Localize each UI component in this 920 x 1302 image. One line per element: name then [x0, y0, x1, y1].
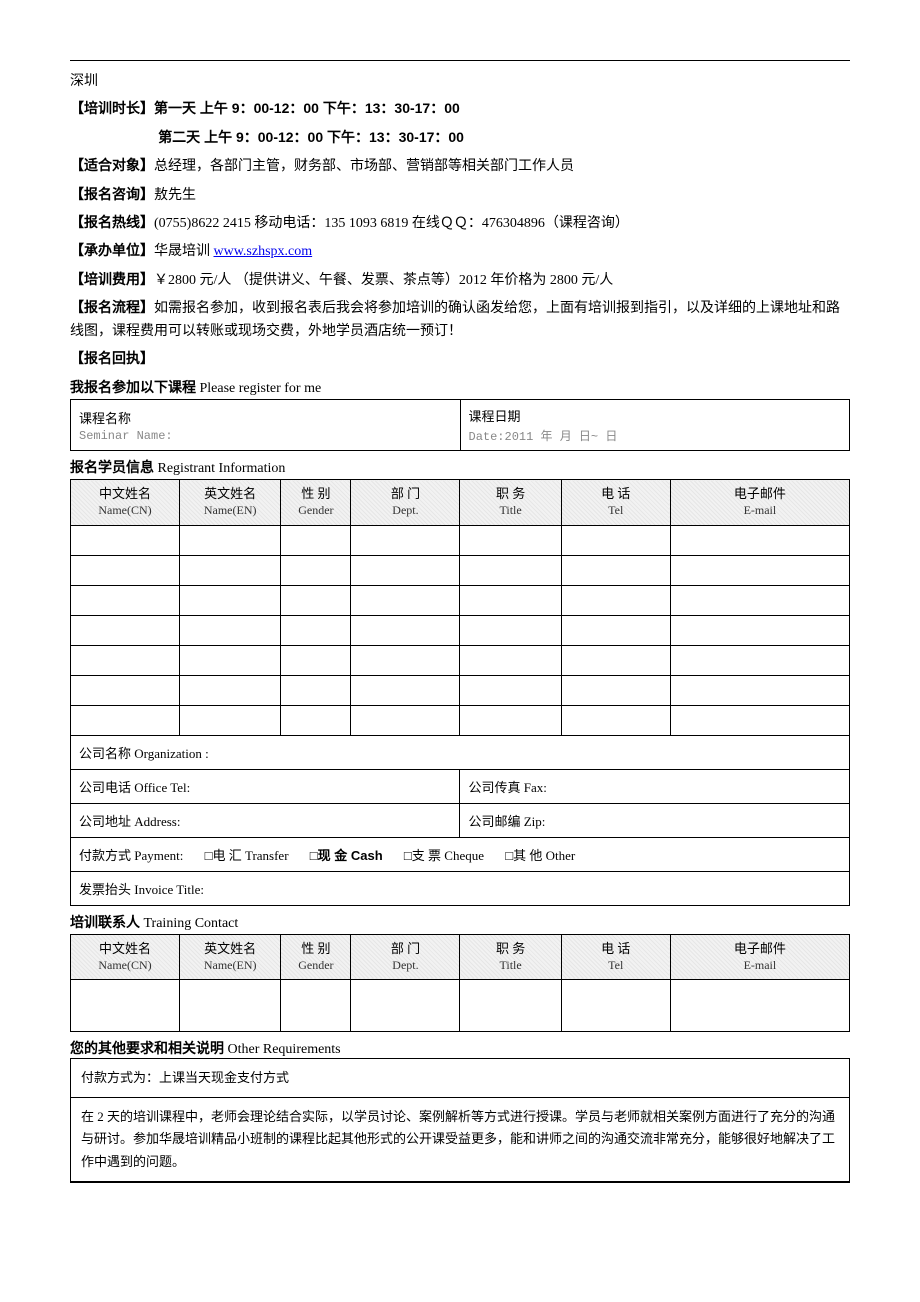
col-email-sub: E-mail [679, 503, 841, 519]
col-gender-sub: Gender [289, 503, 342, 519]
col-tel: 电 话 [601, 486, 630, 501]
organizer-label: 【承办单位】 [70, 242, 154, 258]
seminar-name-label: 课程名称 [79, 411, 131, 426]
fee-label: 【培训费用】 [70, 271, 154, 287]
fee-text: ￥2800 元/人 （提供讲义、午餐、发票、茶点等）2012 年价格为 2800… [154, 273, 613, 288]
location-text: 深圳 [70, 71, 850, 93]
contact-title-cn: 培训联系人 [70, 914, 140, 930]
ccol-tel-sub: Tel [570, 958, 662, 974]
contact-table: 中文姓名 Name(CN) 英文姓名 Name(EN) 性 别 Gender 部 门 D… [70, 934, 850, 1032]
registrant-row[interactable] [71, 675, 850, 705]
ccol-gender-sub: Gender [289, 958, 342, 974]
ccol-name-cn-sub: Name(CN) [79, 958, 171, 974]
duration-day2: 第二天 上午 9：00-12：00 下午：13：30-17：00 [158, 129, 464, 145]
ccol-email-sub: E-mail [679, 958, 841, 974]
col-title: 职 务 [496, 486, 525, 501]
pay-cheque[interactable]: □支 票 Cheque [404, 845, 484, 864]
contact-row[interactable] [71, 980, 850, 1032]
registrant-row[interactable] [71, 525, 850, 555]
col-dept: 部 门 [391, 486, 420, 501]
duration-label: 【培训时长】 [70, 100, 154, 116]
payment-row[interactable]: 付款方式 Payment: □电 汇 Transfer □现 金 Cash □支… [71, 837, 850, 871]
register-title-en: Please register for me [196, 381, 321, 396]
pay-transfer[interactable]: □电 汇 Transfer [205, 845, 289, 864]
payment-label: 付款方式 Payment: [79, 848, 183, 863]
registrant-row[interactable] [71, 585, 850, 615]
ccol-gender: 性 别 [301, 941, 330, 956]
col-email: 电子邮件 [734, 486, 786, 501]
ccol-name-en: 英文姓名 [204, 941, 256, 956]
ccol-name-cn: 中文姓名 [99, 941, 151, 956]
register-title-cn: 我报名参加以下课程 [70, 379, 196, 395]
col-title-sub: Title [468, 503, 552, 519]
col-tel-sub: Tel [570, 503, 662, 519]
seminar-table: 课程名称 Seminar Name: 课程日期 Date:2011 年 月 日~… [70, 399, 850, 451]
registrant-row[interactable] [71, 645, 850, 675]
contact-title-en: Training Contact [140, 916, 238, 931]
seminar-name-sub: Seminar Name: [79, 429, 452, 443]
ccol-title: 职 务 [496, 941, 525, 956]
registrant-title-cn: 报名学员信息 [70, 459, 154, 475]
registrant-row[interactable] [71, 615, 850, 645]
col-name-cn: 中文姓名 [99, 486, 151, 501]
receipt-label: 【报名回执】 [70, 350, 154, 366]
registrant-title-en: Registrant Information [154, 461, 285, 476]
registrant-row[interactable] [71, 555, 850, 585]
col-dept-sub: Dept. [359, 503, 451, 519]
hotline-label: 【报名热线】 [70, 214, 154, 230]
process-text: 如需报名参加，收到报名表后我会将参加培训的确认函发给您，上面有培训报到指引，以及… [70, 301, 840, 338]
ccol-tel: 电 话 [601, 941, 630, 956]
course-description: 在 2 天的培训课程中，老师会理论结合实际，以学员讨论、案例解析等方式进行授课。… [70, 1098, 850, 1182]
ccol-title-sub: Title [468, 958, 552, 974]
other-req-title-cn: 您的其他要求和相关说明 [70, 1040, 224, 1056]
ccol-dept-sub: Dept. [359, 958, 451, 974]
company-tel[interactable]: 公司电话 Office Tel: [71, 769, 460, 803]
process-label: 【报名流程】 [70, 299, 154, 315]
organizer-text: 华晟培训 [154, 244, 214, 259]
other-req-title-en: Other Requirements [224, 1042, 341, 1057]
seminar-date-label: 课程日期 [469, 409, 521, 424]
consult-text: 敖先生 [154, 188, 196, 203]
ccol-name-en-sub: Name(EN) [188, 958, 272, 974]
seminar-date-sub: Date:2011 年 月 日~ 日 [469, 427, 842, 444]
organizer-link[interactable]: www.szhspx.com [214, 244, 313, 259]
payment-note: 付款方式为：上课当天现金支付方式 [70, 1058, 850, 1098]
audience-text: 总经理，各部门主管，财务部、市场部、营销部等相关部门工作人员 [154, 159, 574, 174]
registrant-table: 中文姓名 Name(CN) 英文姓名 Name(EN) 性 别 Gender 部 门 D… [70, 479, 850, 905]
col-name-en-sub: Name(EN) [188, 503, 272, 519]
registrant-row[interactable] [71, 705, 850, 735]
company-fax[interactable]: 公司传真 Fax: [460, 769, 850, 803]
company-addr[interactable]: 公司地址 Address: [71, 803, 460, 837]
pay-cash[interactable]: □现 金 Cash [310, 845, 383, 864]
company-zip[interactable]: 公司邮编 Zip: [460, 803, 850, 837]
ccol-email: 电子邮件 [734, 941, 786, 956]
col-gender: 性 别 [301, 486, 330, 501]
consult-label: 【报名咨询】 [70, 186, 154, 202]
company-org[interactable]: 公司名称 Organization : [71, 735, 850, 769]
invoice-title[interactable]: 发票抬头 Invoice Title: [71, 871, 850, 905]
audience-label: 【适合对象】 [70, 157, 154, 173]
pay-other[interactable]: □其 他 Other [505, 845, 575, 864]
duration-day1: 第一天 上午 9：00-12：00 下午：13：30-17：00 [154, 100, 460, 116]
hotline-text: (0755)8622 2415 移动电话：135 1093 6819 在线ＱＱ：… [154, 216, 629, 231]
col-name-en: 英文姓名 [204, 486, 256, 501]
ccol-dept: 部 门 [391, 941, 420, 956]
col-name-cn-sub: Name(CN) [79, 503, 171, 519]
